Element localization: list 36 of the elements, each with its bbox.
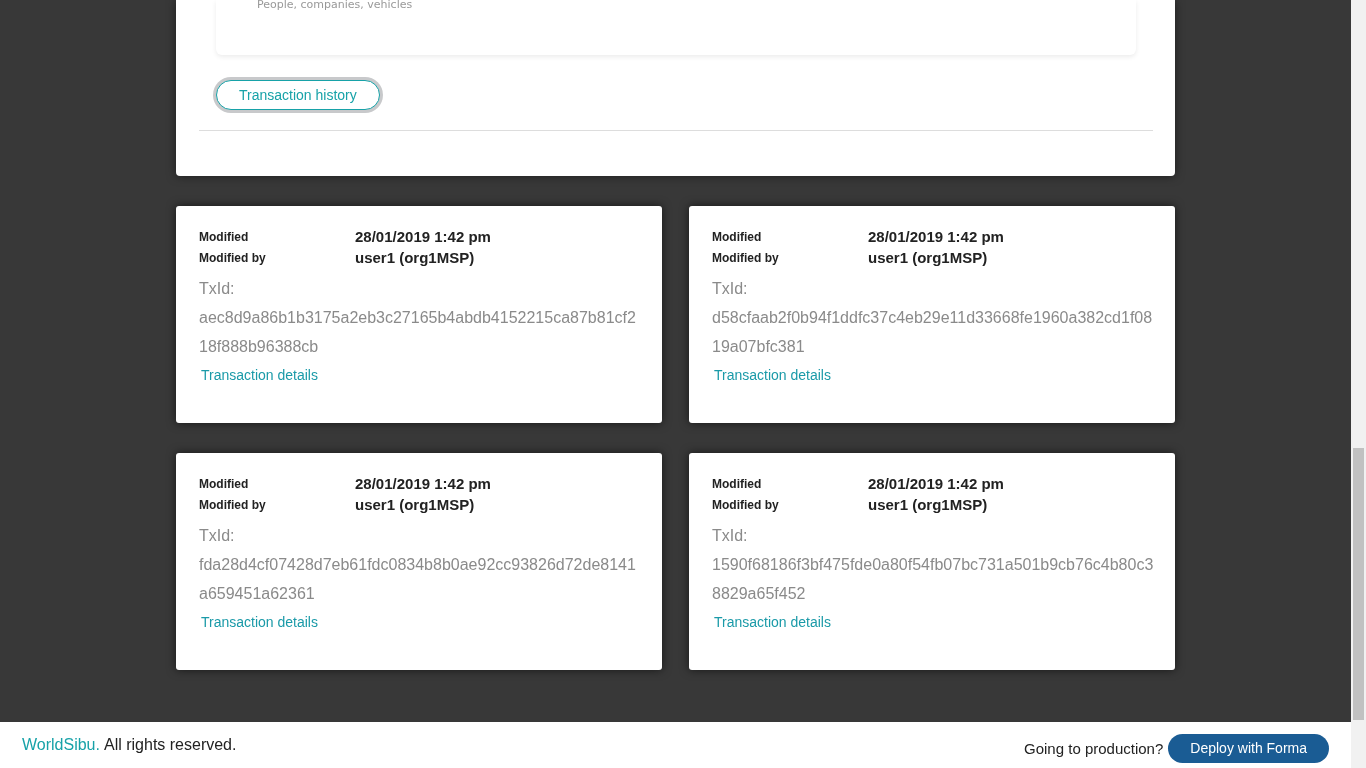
txid-label: TxId: bbox=[712, 526, 749, 546]
modified-label: Modified bbox=[199, 476, 250, 491]
txid-label: TxId: bbox=[199, 526, 236, 546]
transaction-details-link[interactable]: Transaction details bbox=[714, 367, 831, 383]
txid-label: TxId: bbox=[712, 279, 749, 299]
copyright-text: All rights reserved. bbox=[103, 736, 237, 754]
modified-by-label: Modified by bbox=[712, 497, 780, 512]
modified-date: 28/01/2019 1:42 pm bbox=[355, 475, 492, 492]
modified-by-user: user1 (org1MSP) bbox=[868, 496, 989, 513]
modified-by-label: Modified by bbox=[712, 250, 780, 265]
modified-label: Modified bbox=[712, 229, 763, 244]
scrollbar[interactable] bbox=[1351, 0, 1366, 768]
transaction-history-button[interactable]: Transaction history bbox=[216, 80, 380, 110]
production-prompt: Going to production? bbox=[1024, 739, 1164, 757]
card-subtitle: People, companies, vehicles bbox=[257, 0, 413, 10]
modified-label: Modified bbox=[712, 476, 763, 491]
deploy-button[interactable]: Deploy with Forma bbox=[1168, 733, 1329, 763]
modified-label: Modified bbox=[199, 229, 250, 244]
modified-by-user: user1 (org1MSP) bbox=[355, 249, 476, 266]
transaction-details-link[interactable]: Transaction details bbox=[714, 614, 831, 630]
modified-date: 28/01/2019 1:42 pm bbox=[868, 475, 1005, 492]
txid-label: TxId: bbox=[199, 279, 236, 299]
txid-value: d58cfaab2f0b94f1ddfc37c4eb29e11d33668fe1960a382cd1f0819a07bfc381 bbox=[712, 308, 1154, 357]
modified-by-user: user1 (org1MSP) bbox=[355, 496, 476, 513]
transaction-details-link[interactable]: Transaction details bbox=[201, 614, 318, 630]
modified-date: 28/01/2019 1:42 pm bbox=[355, 228, 492, 245]
modified-by-label: Modified by bbox=[199, 250, 267, 265]
modified-by-user: user1 (org1MSP) bbox=[868, 249, 989, 266]
txid-value: aec8d9a86b1b3175a2eb3c27165b4abdb4152215ca87b81cf218f888b96388cb bbox=[199, 308, 637, 357]
scrollbar-thumb[interactable] bbox=[1353, 448, 1364, 720]
transaction-details-link[interactable]: Transaction details bbox=[201, 367, 318, 383]
txid-value: 1590f68186f3bf475fde0a80f54fb07bc731a501b9cb76c4b80c38829a65f452 bbox=[712, 555, 1155, 604]
brand-link[interactable]: WorldSibu. bbox=[22, 736, 100, 754]
txid-value: fda28d4cf07428d7eb61fdc0834b8b0ae92cc93826d72de8141a659451a62361 bbox=[199, 555, 637, 604]
modified-date: 28/01/2019 1:42 pm bbox=[868, 228, 1005, 245]
modified-by-label: Modified by bbox=[199, 497, 267, 512]
